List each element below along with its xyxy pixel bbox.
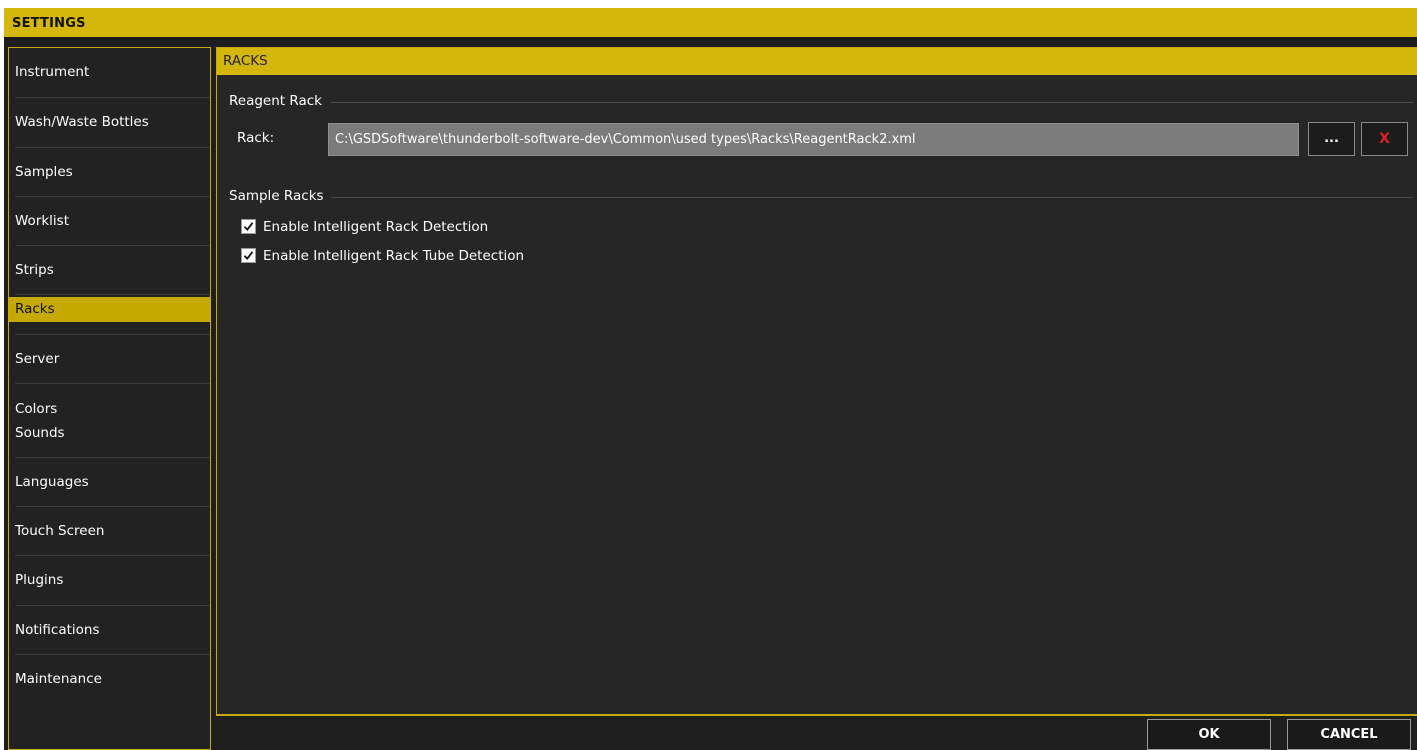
sidebar-item-server[interactable]: Server — [9, 336, 210, 382]
divider — [15, 605, 210, 606]
divider — [15, 383, 210, 384]
divider — [15, 97, 210, 98]
sidebar-item-racks[interactable]: Racks — [9, 297, 210, 322]
rack-path-field[interactable] — [328, 123, 1299, 156]
sidebar-item-label: Samples — [15, 164, 73, 180]
sidebar-item-maintenance[interactable]: Maintenance — [9, 656, 210, 702]
sidebar-item-colors-sounds[interactable]: Colors Sounds — [9, 385, 210, 457]
sidebar-item-label: Wash/Waste Bottles — [15, 114, 149, 130]
sidebar-item-label: Sounds — [15, 425, 65, 441]
title-bar: SETTINGS — [4, 8, 1417, 40]
divider — [15, 334, 210, 335]
group-divider — [331, 102, 1413, 103]
close-icon: X — [1379, 131, 1390, 147]
sidebar-item-label: Racks — [15, 301, 55, 317]
sidebar-item-strips[interactable]: Strips — [9, 247, 210, 293]
checkmark-icon — [243, 251, 254, 260]
group-divider — [331, 197, 1413, 198]
sidebar-item-notifications[interactable]: Notifications — [9, 607, 210, 653]
checkbox[interactable] — [241, 248, 256, 263]
checkbox[interactable] — [241, 219, 256, 234]
sidebar-item-label: Touch Screen — [15, 523, 105, 539]
rack-label: Rack: — [237, 130, 275, 146]
reagent-rack-group-title: Reagent Rack — [229, 93, 322, 109]
sidebar-item-label: Worklist — [15, 213, 70, 229]
clear-rack-button[interactable]: X — [1361, 122, 1408, 156]
sidebar-item-wash-waste-bottles[interactable]: Wash/Waste Bottles — [9, 99, 210, 145]
sample-racks-group-title: Sample Racks — [229, 188, 324, 204]
divider — [15, 294, 210, 295]
divider — [15, 245, 210, 246]
section-title: RACKS — [223, 53, 268, 69]
divider — [15, 654, 210, 655]
app-root: SETTINGS Instrument Wash/Waste Bottles S… — [0, 0, 1417, 750]
checkbox-label: Enable Intelligent Rack Detection — [263, 219, 489, 235]
sidebar-item-label: Instrument — [15, 64, 90, 80]
sidebar: Instrument Wash/Waste Bottles Samples Wo… — [8, 47, 211, 750]
divider — [15, 506, 210, 507]
sidebar-item-languages[interactable]: Languages — [9, 459, 210, 505]
divider — [15, 196, 210, 197]
top-strip — [0, 0, 1417, 8]
checkbox-label: Enable Intelligent Rack Tube Detection — [263, 248, 525, 264]
sidebar-item-label: Server — [15, 351, 60, 367]
section-header: RACKS — [217, 48, 1417, 75]
sidebar-item-touch-screen[interactable]: Touch Screen — [9, 508, 210, 554]
sidebar-item-worklist[interactable]: Worklist — [9, 198, 210, 244]
divider — [15, 147, 210, 148]
footer-divider — [216, 715, 1417, 716]
sidebar-item-label: Plugins — [15, 572, 64, 588]
sidebar-item-label: Languages — [15, 474, 89, 490]
divider — [15, 457, 210, 458]
settings-window: SETTINGS Instrument Wash/Waste Bottles S… — [4, 8, 1417, 750]
browse-button[interactable]: ... — [1308, 122, 1355, 156]
sidebar-item-instrument[interactable]: Instrument — [9, 50, 210, 94]
sidebar-item-label: Maintenance — [15, 671, 102, 687]
sidebar-item-label: Colors — [15, 401, 58, 417]
divider — [15, 555, 210, 556]
sidebar-item-label: Notifications — [15, 622, 100, 638]
sidebar-item-samples[interactable]: Samples — [9, 149, 210, 195]
cancel-button[interactable]: CANCEL — [1287, 719, 1411, 750]
main-panel: RACKS Reagent Rack Rack: ... X Sample Ra… — [216, 47, 1417, 715]
ok-button[interactable]: OK — [1147, 719, 1271, 750]
sidebar-item-label: Strips — [15, 262, 54, 278]
window-title: SETTINGS — [12, 16, 86, 31]
checkmark-icon — [243, 222, 254, 231]
sidebar-item-plugins[interactable]: Plugins — [9, 557, 210, 603]
